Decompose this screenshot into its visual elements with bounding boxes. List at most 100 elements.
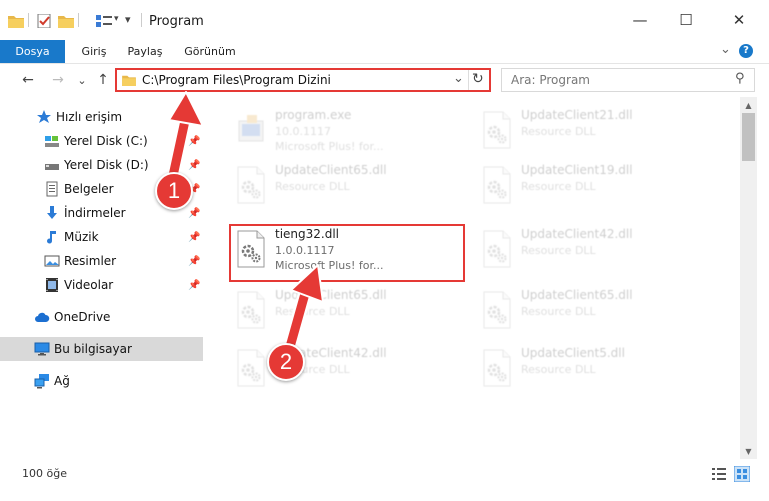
properties-icon[interactable]	[36, 14, 52, 28]
sidebar-item-label: Müzik	[64, 230, 99, 244]
sidebar-item-label: İndirmeler	[64, 206, 126, 220]
file-item[interactable]: UpdateClient19.dll Resource DLL	[475, 160, 705, 212]
file-name: UpdateClient5.dll	[521, 346, 625, 360]
ribbon-expand-icon[interactable]: ⌄	[720, 42, 731, 57]
computer-icon	[34, 342, 50, 356]
status-bar: 100 öğe	[0, 459, 769, 501]
sidebar-item-label: Ağ	[54, 374, 70, 388]
sidebar-item-label: Bu bilgisayar	[54, 342, 132, 356]
sidebar-item-pictures[interactable]: Resimler 📌	[0, 249, 203, 273]
search-icon[interactable]: ⚲	[735, 71, 745, 86]
refresh-icon[interactable]: ↻	[472, 71, 484, 87]
pin-icon[interactable]: 📌	[188, 160, 200, 171]
scrollbar-thumb[interactable]	[742, 113, 755, 161]
address-divider	[468, 70, 469, 90]
tab-share[interactable]: Paylaş	[121, 40, 169, 63]
file-item[interactable]: UpdateClient21.dll Resource DLL	[475, 105, 705, 157]
scroll-down-icon[interactable]: ▼	[740, 443, 757, 459]
scroll-up-icon[interactable]: ▲	[740, 97, 757, 113]
dll-file-icon	[483, 166, 511, 204]
music-icon	[47, 231, 56, 244]
title-divider	[141, 13, 142, 27]
file-name: UpdateClient21.dll	[521, 108, 633, 122]
file-item[interactable]: UpdateClient65.dll Resource DLL	[229, 160, 459, 212]
tiles-view-icon[interactable]	[734, 466, 750, 482]
sidebar-item-quick-access[interactable]: Hızlı erişim	[0, 105, 203, 129]
qa-dropdown-icon[interactable]: ▾	[114, 14, 119, 24]
ribbon-tabs: Dosya Giriş Paylaş Görünüm ⌄ ?	[0, 40, 769, 64]
star-icon	[37, 110, 51, 123]
documents-icon	[46, 181, 58, 197]
customize-toolbar-icon[interactable]: ▾	[125, 13, 131, 26]
dll-file-icon	[237, 166, 265, 204]
file-detail: Resource DLL	[521, 180, 596, 193]
sidebar-item-music[interactable]: Müzik 📌	[0, 225, 203, 249]
file-detail: Resource DLL	[275, 180, 350, 193]
new-folder-icon[interactable]	[58, 14, 74, 28]
downloads-icon	[47, 206, 57, 219]
network-icon	[34, 374, 49, 389]
file-item[interactable]: UpdateClient42.dll Resource DLL	[475, 224, 705, 276]
details-view-icon[interactable]	[712, 468, 726, 480]
file-name: UpdateClient65.dll	[275, 288, 387, 302]
file-detail: Resource DLL	[521, 125, 596, 138]
tab-file[interactable]: Dosya	[0, 40, 65, 63]
address-dropdown-icon[interactable]: ⌄	[453, 71, 464, 86]
sidebar-item-label: Belgeler	[64, 182, 114, 196]
file-item[interactable]: program.exe 10.0.1117 Microsoft Plus! for.…	[229, 105, 459, 157]
file-item[interactable]: UpdateClient65.dll Resource DLL	[475, 285, 705, 337]
dll-file-icon	[483, 230, 511, 268]
pin-icon[interactable]: 📌	[188, 256, 200, 267]
sidebar-item-network[interactable]: Ağ	[0, 369, 203, 393]
sidebar-item-label: Yerel Disk (C:)	[64, 134, 148, 148]
navigation-pane: Hızlı erişim Yerel Disk (C:) 📌 Yerel Dis…	[0, 97, 205, 459]
file-detail: Resource DLL	[521, 244, 596, 257]
sidebar-item-label: Resimler	[64, 254, 117, 268]
minimize-button[interactable]: —	[617, 0, 663, 40]
title-bar: ▾ ▾ Program — ☐ ✕	[0, 0, 769, 40]
sidebar-item-this-pc[interactable]: Bu bilgisayar	[0, 337, 203, 361]
pin-icon[interactable]: 📌	[188, 280, 200, 291]
sidebar-item-local-disk-c[interactable]: Yerel Disk (C:) 📌	[0, 129, 203, 153]
pin-icon[interactable]: 📌	[188, 232, 200, 243]
search-placeholder: Ara: Program	[511, 73, 590, 87]
sidebar-item-onedrive[interactable]: OneDrive	[0, 305, 203, 329]
help-icon[interactable]: ?	[739, 44, 753, 58]
tab-home[interactable]: Giriş	[72, 40, 116, 63]
cloud-icon	[35, 312, 50, 322]
dll-file-icon	[237, 291, 265, 329]
sidebar-item-label: Videolar	[64, 278, 114, 292]
search-input[interactable]: Ara: Program ⚲	[501, 68, 755, 92]
file-detail: Resource DLL	[275, 305, 350, 318]
file-item[interactable]: UpdateClient5.dll Resource DLL	[475, 343, 705, 395]
recent-locations-button[interactable]: ⌄	[72, 70, 92, 90]
pin-icon[interactable]: 📌	[188, 208, 200, 219]
file-name: program.exe	[275, 108, 352, 122]
view-list-icon[interactable]	[96, 14, 112, 28]
address-path: C:\Program Files\Program Dizini	[142, 73, 331, 87]
close-button[interactable]: ✕	[716, 0, 762, 40]
pin-icon[interactable]: 📌	[188, 136, 200, 147]
back-button[interactable]: ←	[18, 70, 38, 90]
file-name: UpdateClient65.dll	[521, 288, 633, 302]
file-name: UpdateClient19.dll	[521, 163, 633, 177]
sidebar-item-label: Hızlı erişim	[56, 110, 123, 124]
sidebar-item-videos[interactable]: Videolar 📌	[0, 273, 203, 297]
tab-view[interactable]: Görünüm	[178, 40, 242, 63]
sidebar-item-label: Yerel Disk (D:)	[64, 158, 149, 172]
file-name: UpdateClient42.dll	[521, 227, 633, 241]
application-icon	[238, 115, 264, 142]
maximize-button[interactable]: ☐	[663, 0, 709, 40]
file-item[interactable]: UpdateClient65.dll Resource DLL	[229, 285, 459, 337]
address-bar[interactable]: C:\Program Files\Program Dizini ⌄ ↻	[115, 68, 491, 92]
file-detail: Resource DLL	[521, 305, 596, 318]
file-item[interactable]: UpdateClient42.dll Resource DLL	[229, 343, 459, 395]
file-detail: Microsoft Plus! for...	[275, 140, 384, 153]
dll-file-icon	[483, 111, 511, 149]
vertical-scrollbar[interactable]: ▲ ▼	[740, 97, 757, 459]
up-button[interactable]: ↑	[93, 70, 113, 90]
drive-icon	[45, 164, 59, 170]
toolbar-divider	[78, 13, 79, 27]
forward-button[interactable]: →	[48, 70, 68, 90]
toolbar-divider	[28, 13, 29, 27]
